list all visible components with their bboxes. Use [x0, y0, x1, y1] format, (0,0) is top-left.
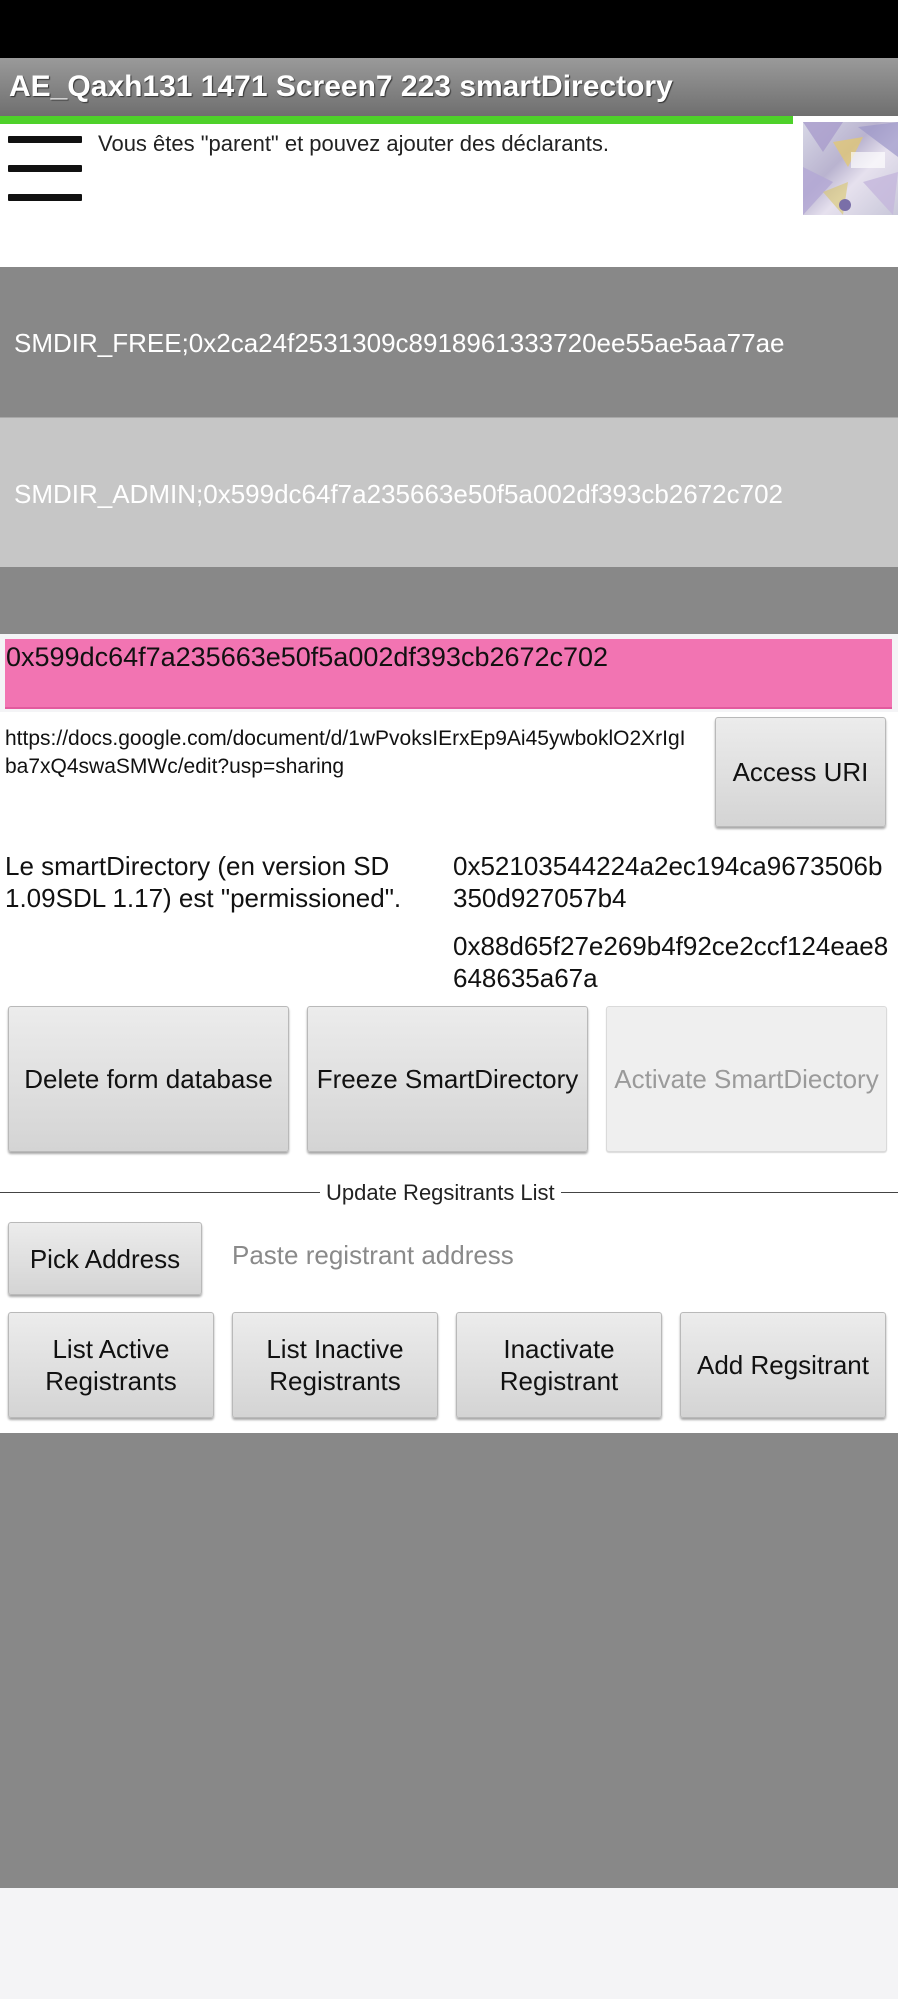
smdir-free-item[interactable]: SMDIR_FREE;0x2ca24f2531309c8918961333720… [0, 267, 898, 417]
address-2: 0x88d65f27e269b4f92ce2ccf124eae8648635a6… [453, 931, 889, 993]
bottom-area [0, 1433, 898, 1888]
address-1: 0x52103544224a2ec194ca9673506b350d927057… [453, 851, 883, 913]
freeze-smartdirectory-button[interactable]: Freeze SmartDirectory [307, 1006, 588, 1152]
registrant-address-input[interactable] [230, 1232, 884, 1278]
progress-bar [0, 116, 793, 124]
update-registrants-label: Update Regsitrants List [320, 1180, 561, 1206]
pick-address-button[interactable]: Pick Address [8, 1222, 202, 1295]
activate-smartdirectory-button[interactable]: Activate SmartDiectory [606, 1006, 887, 1152]
menu-icon[interactable] [8, 133, 82, 205]
app-logo [803, 122, 898, 215]
parent-message: Vous êtes "parent" et pouvez ajouter des… [98, 131, 609, 156]
smdir-admin-label: SMDIR_ADMIN;0x599dc64f7a235663e50f5a002d… [14, 479, 784, 509]
list-spacer [0, 567, 898, 634]
title-bar: AE_Qaxh131 1471 Screen7 223 smartDirecto… [0, 58, 898, 116]
uri-text: https://docs.google.com/document/d/1wPvo… [5, 727, 686, 778]
smdir-admin-item[interactable]: SMDIR_ADMIN;0x599dc64f7a235663e50f5a002d… [0, 417, 898, 568]
status-bar [0, 0, 898, 58]
delete-form-database-button[interactable]: Delete form database [8, 1006, 289, 1152]
selected-address-value: 0x599dc64f7a235663e50f5a002df393cb2672c7… [6, 642, 609, 672]
selected-address-field[interactable]: 0x599dc64f7a235663e50f5a002df393cb2672c7… [5, 639, 892, 709]
app-title: AE_Qaxh131 1471 Screen7 223 smartDirecto… [9, 70, 673, 103]
permission-text: Le smartDirectory (en version SD 1.09SDL… [5, 851, 402, 913]
list-active-registrants-button[interactable]: List Active Registrants [8, 1312, 214, 1418]
smdir-free-label: SMDIR_FREE;0x2ca24f2531309c8918961333720… [14, 328, 785, 358]
inactivate-registrant-button[interactable]: Inactivate Registrant [456, 1312, 662, 1418]
list-inactive-registrants-button[interactable]: List Inactive Registrants [232, 1312, 438, 1418]
access-uri-button[interactable]: Access URI [715, 717, 886, 827]
add-registrant-button[interactable]: Add Regsitrant [680, 1312, 886, 1418]
